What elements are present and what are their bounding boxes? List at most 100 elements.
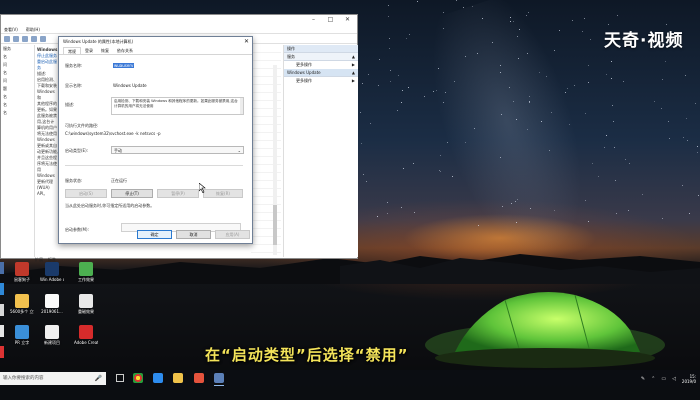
desktop-icon[interactable]: 鼠客狗子 bbox=[10, 262, 34, 282]
actions-group-windows-update[interactable]: Windows Update ▲ bbox=[284, 69, 358, 77]
tree-item[interactable]: 题 bbox=[1, 85, 34, 93]
app-icon bbox=[79, 325, 93, 339]
clock[interactable]: 15: 2019/0 bbox=[682, 374, 696, 384]
cancel-button[interactable]: 取消 bbox=[176, 230, 211, 239]
desktop-icon-edge[interactable] bbox=[0, 346, 4, 358]
services-taskbar-icon[interactable] bbox=[214, 373, 224, 386]
desktop-icon[interactable]: 重磁效果 bbox=[74, 294, 98, 314]
desktop-icon-edge[interactable] bbox=[0, 304, 4, 316]
menu-help[interactable]: 帮助(H) bbox=[26, 26, 40, 33]
tab-dependencies[interactable]: 依存关系 bbox=[113, 47, 137, 54]
stop-button[interactable]: 停止(T) bbox=[111, 189, 153, 198]
start-button[interactable]: 启动(S) bbox=[65, 189, 107, 198]
back-icon[interactable] bbox=[4, 36, 10, 42]
close-button[interactable]: ✕ bbox=[343, 16, 352, 24]
exe-path-label: 可执行文件的路径: bbox=[65, 123, 99, 128]
start-params-label: 启动参数(M): bbox=[65, 227, 89, 232]
desktop-icon-label: 工作效果 bbox=[78, 277, 94, 282]
description-scrollbar[interactable] bbox=[240, 98, 243, 114]
services-left-tree: 服务名问名问题名名名 bbox=[1, 45, 35, 257]
tree-item[interactable]: 名 bbox=[1, 93, 34, 101]
system-tray: ✎ ⌃ ▭ ◁ 15: 2019/0 bbox=[641, 372, 696, 385]
tree-item[interactable]: 服务 bbox=[1, 45, 34, 53]
resume-button[interactable]: 恢复(R) bbox=[203, 189, 243, 198]
taskbar-search[interactable]: 输入你要搜索的内容 🎤 bbox=[0, 372, 106, 385]
service-name-selected-text[interactable]: wuauserv bbox=[113, 63, 135, 68]
more-actions-item[interactable]: 更多操作 ▶ bbox=[284, 61, 358, 69]
tab-general[interactable]: 常规 bbox=[63, 47, 81, 54]
pause-button[interactable]: 暂停(P) bbox=[157, 189, 199, 198]
browser-icon[interactable] bbox=[153, 373, 163, 383]
desktop-icon-label: 鼠客狗子 bbox=[14, 277, 30, 282]
search-placeholder: 输入你要搜索的内容 bbox=[3, 376, 44, 381]
services-menubar: 查看(V) 帮助(H) bbox=[1, 26, 357, 34]
actions-group-services[interactable]: 服务 ▲ bbox=[284, 53, 358, 61]
desktop-icon[interactable]: 2019061... bbox=[40, 294, 64, 314]
menu-view[interactable]: 查看(V) bbox=[4, 26, 18, 33]
video-logo: 天奇·视频 bbox=[604, 31, 684, 51]
desktop-icon-label: PR 立字 bbox=[14, 340, 30, 345]
ok-button[interactable]: 确定 bbox=[137, 230, 172, 239]
startup-type-select[interactable]: 手动 ⌄ bbox=[111, 146, 244, 154]
desktop-icon-label: Win Adobe ce 2018 ... bbox=[40, 277, 64, 282]
startup-type-label: 启动类型(E): bbox=[65, 148, 88, 153]
tab-recovery[interactable]: 恢复 bbox=[97, 47, 113, 54]
service-row[interactable] bbox=[251, 45, 281, 53]
description-box[interactable]: 启用检测、下载和安装 Windows 和其他程序的更新。如果此服务被禁用,这台计… bbox=[111, 97, 244, 115]
properties-icon[interactable] bbox=[31, 36, 37, 42]
services-scrollbar[interactable] bbox=[273, 65, 277, 255]
tree-item[interactable]: 名 bbox=[1, 109, 34, 117]
desktop-icon[interactable]: Adobe Creat... bbox=[74, 325, 98, 345]
dialog-body: 服务名称: wuauserv 显示名称: Windows Update 描述: … bbox=[59, 55, 252, 232]
tab-standard[interactable]: 标准 bbox=[48, 257, 56, 263]
tree-item[interactable]: 名 bbox=[1, 53, 34, 61]
desktop-icon[interactable]: 5600多个 立字手卷体... bbox=[10, 294, 34, 314]
chevron-up-icon[interactable]: ⌃ bbox=[651, 376, 655, 382]
desktop-icon-edge[interactable] bbox=[0, 283, 4, 295]
service-row[interactable] bbox=[251, 53, 281, 61]
tree-item[interactable]: 问 bbox=[1, 61, 34, 69]
desktop-icon-edge[interactable] bbox=[0, 325, 4, 337]
tree-item[interactable]: 问 bbox=[1, 77, 34, 85]
collapse-arrow-icon[interactable]: ▲ bbox=[352, 69, 355, 77]
microphone-icon[interactable]: 🎤 bbox=[95, 372, 102, 385]
service-status-value: 正在运行 bbox=[111, 178, 127, 183]
desktop-icon[interactable]: PR 立字 bbox=[10, 325, 34, 345]
display-name-value[interactable]: Windows Update bbox=[113, 83, 147, 88]
desktop-icon[interactable]: Win Adobe ce 2018 ... bbox=[40, 262, 64, 282]
close-icon[interactable]: ✕ bbox=[244, 37, 249, 47]
collapse-arrow-icon[interactable]: ▲ bbox=[352, 53, 355, 61]
network-icon[interactable]: ▭ bbox=[661, 376, 666, 382]
scrollbar-thumb[interactable] bbox=[273, 205, 277, 245]
tab-logon[interactable]: 登录 bbox=[81, 47, 97, 54]
restart-service-link[interactable]: 重启动此服务 bbox=[37, 59, 59, 71]
chrome-icon[interactable] bbox=[133, 373, 143, 383]
dialog-titlebar[interactable]: Windows Update 的属性(本地计算机) ✕ bbox=[59, 37, 252, 47]
tab-extended[interactable]: 扩展 bbox=[35, 257, 43, 263]
apply-button[interactable]: 应用(A) bbox=[215, 230, 250, 239]
maximize-button[interactable]: □ bbox=[326, 16, 335, 24]
desktop-icon[interactable]: 工作效果 bbox=[74, 262, 98, 282]
service-name-value[interactable]: wuauserv bbox=[113, 63, 135, 68]
more-actions-item[interactable]: 更多操作 ▶ bbox=[284, 77, 358, 85]
tree-item[interactable]: 名 bbox=[1, 101, 34, 109]
volume-icon[interactable]: ◁ bbox=[672, 376, 676, 382]
exe-path-value[interactable]: C:\windows\system32\svchost.exe -k netsv… bbox=[65, 131, 161, 136]
actions-group-services-label: 服务 bbox=[287, 54, 295, 59]
startup-type-value: 手动 bbox=[114, 148, 122, 153]
services-titlebar[interactable]: – □ ✕ bbox=[1, 15, 357, 26]
forward-icon[interactable] bbox=[13, 36, 19, 42]
up-icon[interactable] bbox=[22, 36, 28, 42]
help-icon[interactable] bbox=[40, 36, 46, 42]
desktop-icon[interactable]: 新建项目 bbox=[40, 325, 64, 345]
file-explorer-icon[interactable] bbox=[173, 373, 183, 383]
desc-body: 描述: 启用检测、 下载和安装 Windows 和其他程序的 更新。如果 此服务被禁 用,这… bbox=[37, 71, 59, 197]
task-view-icon[interactable] bbox=[116, 374, 124, 382]
media-app-icon[interactable] bbox=[194, 373, 204, 383]
minimize-button[interactable]: – bbox=[309, 16, 318, 24]
tree-item[interactable]: 名 bbox=[1, 69, 34, 77]
pen-icon[interactable]: ✎ bbox=[641, 376, 645, 382]
mouse-cursor-icon bbox=[199, 183, 206, 193]
app-icon bbox=[15, 294, 29, 308]
desktop-icon-edge[interactable] bbox=[0, 262, 4, 274]
